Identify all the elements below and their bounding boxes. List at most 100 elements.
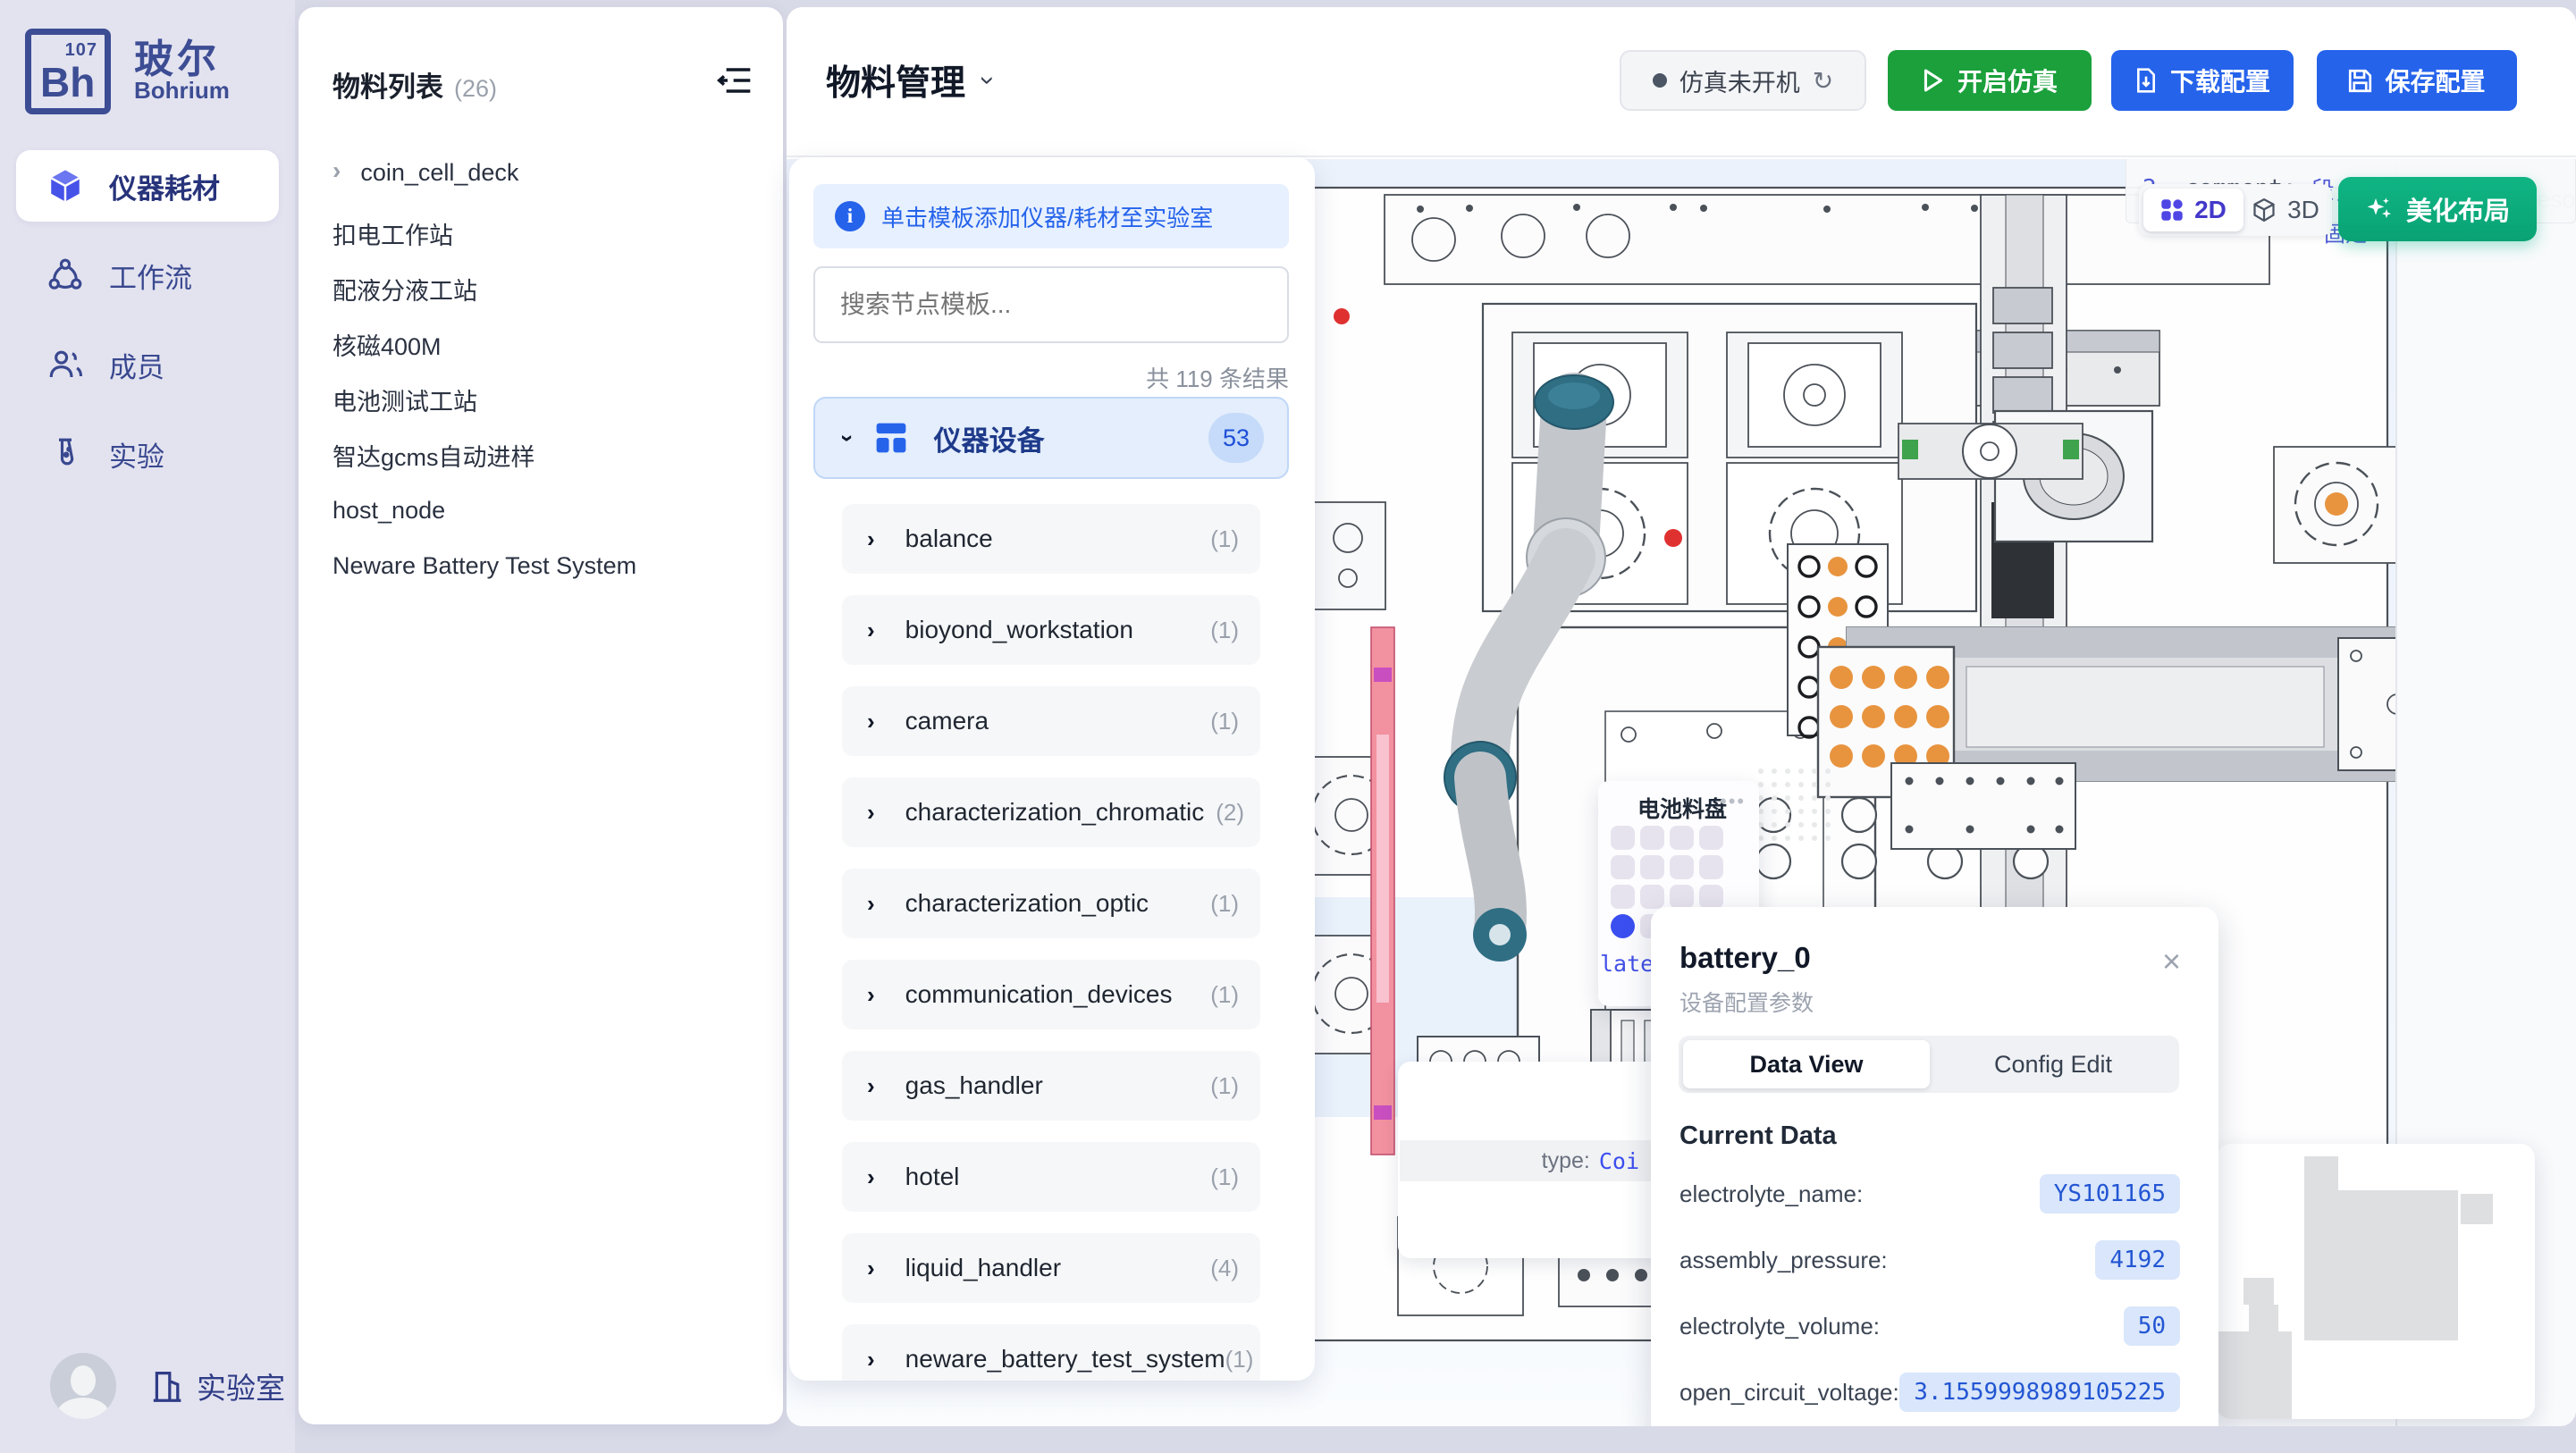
tray-slot[interactable] [1640, 885, 1664, 909]
type-value: Coi [1599, 1148, 1639, 1174]
hint-banner: i 单击模板添加仪器/耗材至实验室 [813, 184, 1289, 248]
brand-name-en: Bohrium [134, 77, 230, 105]
material-item[interactable]: 电池测试工站 [333, 377, 753, 422]
refresh-icon[interactable]: ↻ [1813, 66, 1833, 96]
sidebar-item-label: 工作流 [109, 256, 192, 296]
category-camera[interactable]: › camera (1) [842, 686, 1260, 756]
tab-data-view[interactable]: Data View [1683, 1040, 1930, 1088]
tray-slot[interactable] [1640, 855, 1664, 879]
data-row: assembly_pressure: 4192 [1679, 1239, 2180, 1281]
collapse-panel-icon[interactable] [717, 63, 753, 98]
more-menu-icon[interactable]: ••• [1720, 790, 1746, 813]
view-2d-label: 2D [2194, 196, 2227, 224]
material-item[interactable]: Neware Battery Test System [333, 543, 753, 588]
chevron-right-icon: › [867, 981, 875, 1009]
sidebar-item-workflow[interactable]: 工作流 [16, 239, 279, 311]
category-balance[interactable]: › balance (1) [842, 504, 1260, 574]
tray-slot[interactable] [1699, 855, 1723, 879]
tray-slot[interactable] [1670, 826, 1694, 850]
data-label: electrolyte_volume: [1679, 1313, 1880, 1340]
result-count: 共 119 条结果 [789, 361, 1289, 394]
minimap[interactable] [2217, 1144, 2535, 1419]
tray-slot[interactable] [1699, 826, 1723, 850]
tab-config-edit[interactable]: Config Edit [1930, 1040, 2176, 1088]
category-bioyond-workstation[interactable]: › bioyond_workstation (1) [842, 595, 1260, 665]
category-gas-handler[interactable]: › gas_handler (1) [842, 1051, 1260, 1121]
tray-slot[interactable] [1670, 855, 1694, 879]
tray-slot[interactable] [1640, 826, 1664, 850]
category-communication-devices[interactable]: › communication_devices (1) [842, 960, 1260, 1029]
view-3d-button[interactable]: 3D [2243, 189, 2328, 231]
bohrium-logo-icon: 107 Bh [25, 29, 111, 114]
cube-icon [46, 167, 84, 205]
category-neware-battery-test-system[interactable]: › neware_battery_test_system (1) [842, 1324, 1260, 1381]
material-item-expandable[interactable]: › coin_cell_deck [333, 150, 753, 195]
save-config-label: 保存配置 [2385, 63, 2485, 98]
start-simulation-button[interactable]: 开启仿真 [1888, 50, 2092, 111]
material-item-label: coin_cell_deck [360, 159, 518, 187]
material-item[interactable]: 扣电工作站 [333, 211, 753, 256]
data-label: assembly_pressure: [1679, 1247, 1888, 1274]
tray-slot[interactable] [1611, 855, 1635, 879]
save-config-button[interactable]: 保存配置 [2317, 50, 2517, 111]
tray-slot[interactable] [1611, 885, 1635, 909]
category-count: (1) [1210, 525, 1239, 553]
view-3d-label: 3D [2287, 196, 2319, 224]
material-item-label: 电池测试工站 [333, 382, 477, 417]
material-item[interactable]: 配液分液工站 [333, 266, 753, 311]
materials-panel: 物料列表(26) › coin_cell_deck 扣电工作站 配液分液工站 核… [299, 7, 783, 1424]
data-value: 3.1559998989105225 [1899, 1373, 2180, 1412]
download-config-button[interactable]: 下载配置 [2111, 50, 2294, 111]
tray-slot[interactable] [1611, 826, 1635, 850]
device-tabs: Data View Config Edit [1679, 1036, 2179, 1093]
hint-banner-text: 单击模板添加仪器/耗材至实验室 [881, 200, 1213, 233]
download-file-icon [2134, 67, 2158, 94]
category-count: (1) [1225, 1346, 1254, 1373]
data-row: open_circuit_voltage: 3.1559998989105225 [1679, 1372, 2180, 1413]
material-item-label: 核磁400M [333, 327, 442, 362]
tray-slot[interactable] [1699, 885, 1723, 909]
category-group-instruments[interactable]: › 仪器设备 53 [813, 397, 1289, 479]
category-count: (2) [1216, 799, 1244, 827]
tray-slot-selected[interactable] [1611, 914, 1635, 938]
sidebar-item-members[interactable]: 成员 [16, 329, 279, 400]
sidebar-item-experiments[interactable]: 实验 [16, 418, 279, 490]
beautify-layout-label: 美化布局 [2406, 190, 2510, 228]
category-characterization-chromatic[interactable]: › characterization_chromatic (2) [842, 777, 1260, 847]
material-item[interactable]: 核磁400M [333, 322, 753, 366]
category-count: (1) [1210, 890, 1239, 918]
start-simulation-label: 开启仿真 [1957, 63, 2058, 98]
sidebar-item-label: 成员 [109, 345, 164, 385]
chevron-right-icon: › [867, 708, 875, 735]
category-count: (1) [1210, 708, 1239, 735]
category-label: hotel [905, 1163, 960, 1191]
material-item[interactable]: host_node [333, 488, 753, 533]
material-item[interactable]: 智达gcms自动进样 [333, 433, 753, 477]
view-2d-button[interactable]: 2D [2143, 189, 2243, 231]
chevron-right-icon: › [867, 799, 875, 827]
category-liquid-handler[interactable]: › liquid_handler (4) [842, 1233, 1260, 1303]
category-hotel[interactable]: › hotel (1) [842, 1142, 1260, 1212]
category-characterization-optic[interactable]: › characterization_optic (1) [842, 869, 1260, 938]
simulation-status-pill[interactable]: 仿真未开机 ↻ [1620, 50, 1866, 111]
search-input[interactable] [813, 266, 1289, 343]
tray-slot[interactable] [1670, 885, 1694, 909]
category-count: (1) [1210, 981, 1239, 1009]
page-title[interactable]: 物料管理 › [826, 55, 992, 105]
beautify-layout-button[interactable]: 美化布局 [2338, 177, 2537, 241]
battery-tray-title: 电池料盘 [1637, 792, 1727, 824]
category-label: communication_devices [905, 980, 1173, 1009]
lab-link[interactable]: 实验室 [152, 1365, 285, 1407]
play-icon [1922, 68, 1945, 93]
chevron-right-icon: › [867, 1255, 875, 1282]
template-panel: i 单击模板添加仪器/耗材至实验室 共 119 条结果 › 仪器设备 53 › … [789, 157, 1315, 1381]
close-icon[interactable]: × [2162, 943, 2181, 980]
avatar[interactable] [50, 1353, 116, 1419]
data-row: electrolyte_name: YS101165 [1679, 1173, 2180, 1214]
category-label: liquid_handler [905, 1254, 1061, 1282]
material-item-label: 智达gcms自动进样 [333, 438, 535, 473]
workflow-icon [46, 256, 84, 294]
chevron-right-icon: › [867, 617, 875, 644]
chevron-right-icon: › [867, 890, 875, 918]
sidebar-item-instruments[interactable]: 仪器耗材 [16, 150, 279, 222]
